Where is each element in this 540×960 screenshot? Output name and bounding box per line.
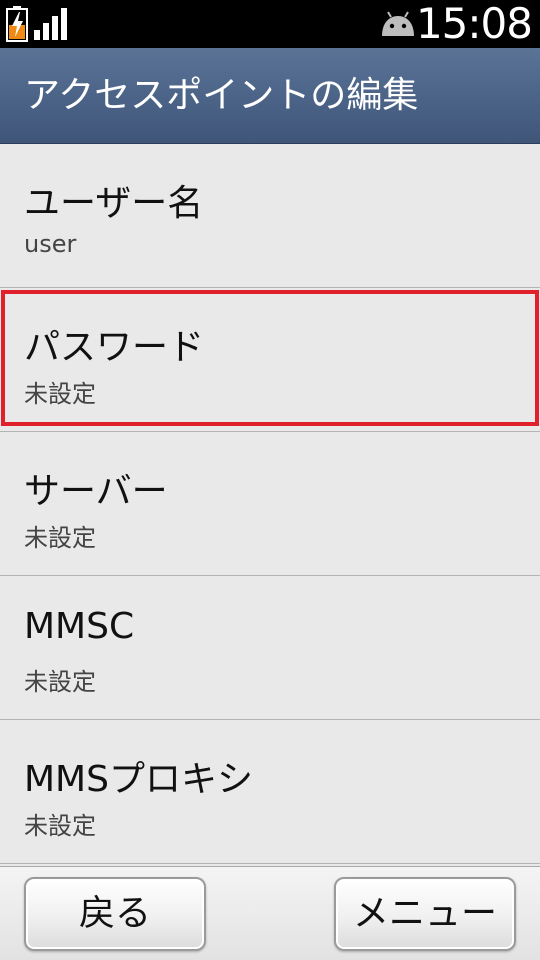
setting-value: 未設定 (24, 524, 96, 552)
setting-name: MMSC (24, 606, 135, 647)
page-title: アクセスポイントの編集 (24, 75, 419, 116)
setting-name: パスワード (24, 327, 205, 368)
setting-name: MMSプロキシ (24, 759, 253, 800)
menu-button[interactable]: メニュー (334, 877, 516, 951)
setting-name: サーバー (24, 471, 168, 512)
setting-value: 未設定 (24, 380, 96, 408)
setting-mmsc[interactable]: MMSC 未設定 (0, 576, 540, 720)
back-button[interactable]: 戻る (24, 877, 206, 951)
setting-mms-proxy[interactable]: MMSプロキシ 未設定 (0, 720, 540, 864)
setting-username[interactable]: ユーザー名 user (0, 144, 540, 288)
setting-name: ユーザー名 (24, 183, 204, 224)
setting-value: user (24, 230, 77, 258)
android-icon (382, 11, 414, 36)
setting-value: 未設定 (24, 812, 96, 840)
bottom-bar: 戻る メニュー (0, 866, 540, 960)
setting-password[interactable]: パスワード 未設定 (0, 288, 540, 432)
setting-value: 未設定 (24, 668, 96, 696)
status-clock: 15:08 (415, 0, 533, 48)
signal-strength-icon (34, 8, 67, 40)
title-bar: アクセスポイントの編集 (0, 48, 540, 144)
battery-charging-icon (6, 6, 28, 42)
settings-list: ユーザー名 user パスワード 未設定 サーバー 未設定 MMSC 未設定 M… (0, 144, 540, 864)
setting-server[interactable]: サーバー 未設定 (0, 432, 540, 576)
status-bar: 15:08 (0, 0, 540, 48)
